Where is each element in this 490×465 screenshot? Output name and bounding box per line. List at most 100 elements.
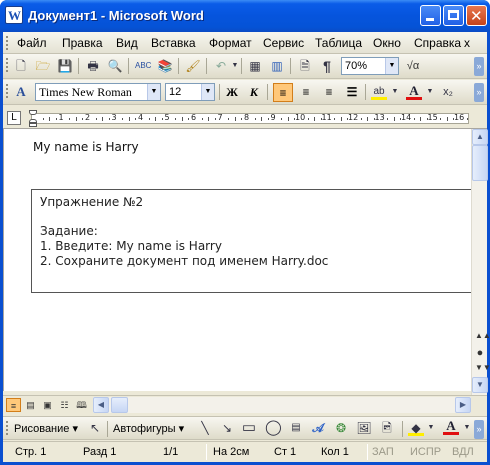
minimize-button[interactable]: [420, 5, 441, 26]
menu-file[interactable]: Файл: [17, 36, 47, 50]
format-painter-icon[interactable]: 🖌: [185, 58, 201, 74]
drawing-font-color-icon[interactable]: A: [443, 419, 459, 435]
toolbar-options-button[interactable]: »: [474, 420, 484, 439]
columns-icon[interactable]: ▥: [269, 58, 285, 74]
outline-view-button[interactable]: ☷: [57, 398, 72, 412]
zoom-select[interactable]: 70% ▼: [341, 57, 399, 75]
print-layout-icon: ▣: [43, 400, 52, 410]
scroll-left-button[interactable]: ◀: [93, 397, 109, 413]
research-icon[interactable]: 📚: [157, 58, 173, 74]
toolbar-separator: [128, 58, 129, 74]
autoshapes-menu-button[interactable]: Автофигуры ▾: [113, 422, 184, 435]
insert-table-icon[interactable]: ▦: [247, 58, 263, 74]
vertical-scroll-thumb[interactable]: [472, 145, 488, 181]
first-line-indent-marker[interactable]: [29, 110, 37, 115]
save-icon[interactable]: 💾: [57, 58, 73, 74]
document-map-icon[interactable]: 🗎: [297, 58, 313, 74]
print-preview-icon[interactable]: 🔍: [107, 58, 123, 74]
menu-format[interactable]: Формат: [209, 36, 252, 50]
chevron-down-icon[interactable]: ▼: [147, 84, 160, 100]
toolbar-options-button[interactable]: »: [474, 57, 484, 76]
ruler-tick: [334, 118, 336, 120]
align-right-button[interactable]: ≡: [319, 83, 339, 102]
menu-view[interactable]: Вид: [116, 36, 138, 50]
italic-button[interactable]: К: [244, 83, 264, 102]
font-size-select[interactable]: 12 ▼: [165, 83, 215, 101]
menu-help[interactable]: Справка: [414, 36, 461, 50]
oval-icon[interactable]: ◯: [265, 420, 282, 436]
arrow-icon[interactable]: ↘: [219, 420, 235, 436]
align-left-button[interactable]: ≡: [273, 83, 293, 102]
draw-menu-button[interactable]: Рисование ▾: [14, 422, 78, 435]
ruler-tick: [102, 117, 104, 121]
line-icon[interactable]: ╲: [197, 420, 213, 436]
horizontal-scrollbar[interactable]: ◀ ▶: [93, 397, 471, 413]
toolbar-grip[interactable]: [6, 84, 9, 98]
select-objects-icon[interactable]: ↖: [87, 420, 103, 436]
equation-icon[interactable]: √α: [405, 58, 421, 74]
highlight-icon[interactable]: ab: [371, 84, 387, 100]
status-extend[interactable]: ВДЛ: [452, 446, 474, 458]
close-document-button[interactable]: x: [464, 36, 470, 50]
show-paragraph-icon[interactable]: ¶: [319, 58, 335, 74]
subscript-icon[interactable]: x₂: [440, 84, 456, 100]
title-bar[interactable]: W Документ1 - Microsoft Word ✕: [0, 0, 490, 32]
font-name-select[interactable]: Times New Roman ▼: [35, 83, 161, 101]
spelling-icon[interactable]: ABC: [135, 58, 151, 74]
fill-color-dropdown-icon[interactable]: ▼: [423, 420, 439, 436]
rectangle-icon[interactable]: ▭: [241, 420, 257, 436]
align-center-button[interactable]: ≡: [296, 83, 316, 102]
document-page[interactable]: My name is Harry Упражнение №2 Задание: …: [3, 129, 473, 391]
menu-window[interactable]: Окно: [373, 36, 401, 50]
web-layout-view-button[interactable]: ▤: [23, 398, 38, 412]
fill-color-icon[interactable]: ◆: [408, 420, 424, 436]
wordart-icon[interactable]: 𝒜: [310, 420, 326, 436]
bold-button[interactable]: Ж: [222, 83, 242, 102]
maximize-button[interactable]: [443, 5, 464, 26]
left-indent-marker[interactable]: [29, 123, 37, 127]
normal-view-button[interactable]: ≡: [6, 398, 21, 412]
toolbar-grip[interactable]: [6, 58, 9, 72]
exercise-textbox[interactable]: Упражнение №2 Задание: 1. Введите: My na…: [31, 189, 473, 293]
highlight-dropdown-icon[interactable]: ▼: [387, 84, 403, 100]
ruler[interactable]: L 1 2 3 4 5 6 7 8 9 10 11 12 13 14 15 16: [3, 108, 487, 129]
menu-insert[interactable]: Вставка: [151, 36, 196, 50]
horizontal-scroll-thumb[interactable]: [111, 397, 128, 413]
font-color-icon[interactable]: A: [406, 84, 422, 100]
status-track-changes[interactable]: ИСПР: [410, 446, 441, 458]
print-icon[interactable]: 🖶: [85, 58, 101, 74]
drawing-font-color-dropdown-icon[interactable]: ▼: [459, 420, 475, 436]
clipart-icon[interactable]: 🖼: [356, 420, 372, 436]
picture-icon[interactable]: 🖻: [379, 420, 395, 436]
close-button[interactable]: ✕: [466, 5, 487, 26]
chevron-down-icon[interactable]: ▼: [385, 58, 398, 74]
previous-page-icon[interactable]: ▲▲: [475, 331, 490, 340]
indent-marker[interactable]: [29, 110, 37, 127]
word-app-icon[interactable]: W: [5, 6, 23, 24]
menu-tools[interactable]: Сервис: [263, 36, 304, 50]
scroll-down-button[interactable]: ▼: [472, 377, 488, 393]
print-layout-view-button[interactable]: ▣: [40, 398, 55, 412]
toolbar-grip[interactable]: [6, 421, 9, 435]
toolbar-options-button[interactable]: »: [474, 83, 484, 102]
diagram-icon[interactable]: ❂: [333, 420, 349, 436]
justify-button[interactable]: ☰: [342, 83, 362, 102]
scroll-right-button[interactable]: ▶: [455, 397, 471, 413]
new-icon[interactable]: 🗋: [13, 58, 29, 74]
textbox-icon[interactable]: ▤: [288, 420, 304, 436]
next-page-icon[interactable]: ▼▼: [475, 363, 490, 372]
scroll-up-button[interactable]: ▲: [472, 129, 488, 145]
vertical-scrollbar[interactable]: ▲ ▲▲ ● ▼▼ ▼: [471, 129, 490, 395]
select-browse-object-icon[interactable]: ●: [475, 347, 485, 359]
open-icon[interactable]: 🗁: [35, 58, 51, 74]
chevron-down-icon[interactable]: ▼: [201, 84, 214, 100]
menu-table[interactable]: Таблица: [315, 36, 362, 50]
font-color-dropdown-icon[interactable]: ▼: [422, 84, 438, 100]
menu-edit[interactable]: Правка: [62, 36, 103, 50]
styles-icon[interactable]: A: [13, 84, 29, 100]
tab-selector[interactable]: L: [7, 111, 21, 125]
document-line[interactable]: My name is Harry: [33, 140, 139, 154]
reading-layout-view-button[interactable]: 🕮: [74, 398, 89, 412]
status-record[interactable]: ЗАП: [372, 446, 394, 458]
menubar-grip[interactable]: [6, 36, 9, 50]
